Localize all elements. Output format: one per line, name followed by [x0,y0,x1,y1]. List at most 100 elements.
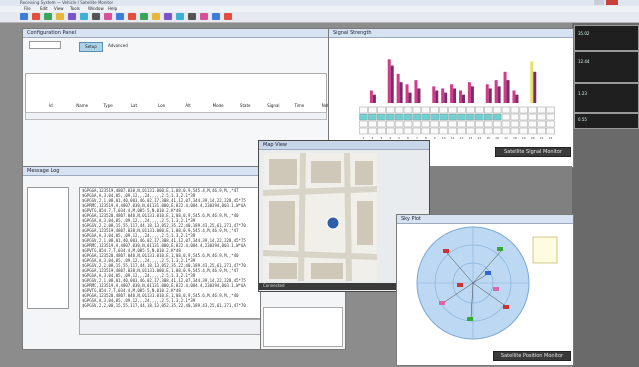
map-view[interactable] [263,153,377,281]
message-log-list[interactable]: $GPGGA,123519,4807.038,N,01131.000,E,1,0… [79,187,261,319]
toolbar-button-1[interactable] [20,13,28,20]
chart-cell [412,120,422,128]
message-log-tree[interactable] [27,187,69,309]
toolbar-button-14[interactable] [176,13,184,20]
chart-cell [368,113,377,121]
toolbar-button-17[interactable] [212,13,220,20]
toolbar-button-15[interactable] [188,13,196,20]
chart-cell [368,120,377,128]
close-window-icon[interactable] [606,0,618,5]
chart-bar [417,88,421,103]
chart-cell [466,127,475,135]
config-input[interactable] [29,41,61,49]
chart-cell [368,106,377,114]
chart-bar [515,94,519,103]
tab-advanced[interactable]: Advanced [108,43,128,48]
message-log-panel: Message Log $GPGGA,123519,4807.038,N,011… [22,166,262,350]
table-header-id: Id [49,103,53,108]
maximize-window-icon[interactable] [594,0,604,5]
chart-cell [368,127,377,135]
chart-cell [448,127,457,135]
chart-cell [412,113,422,121]
chart-cell [510,113,520,121]
chart-cell [394,120,404,128]
chart-cell [475,106,484,114]
toolbar-button-12[interactable] [152,13,160,20]
chart-cell [537,120,546,128]
chart-bar [444,92,448,103]
table-header-alt: Alt [185,103,191,108]
chart-tick-label: 20 [531,136,535,140]
table-header-name: Name [76,103,89,108]
log-row[interactable]: $GPGSV,2,2,08,15,55,117,44,18,13,052,35,… [80,303,260,308]
chart-cell [546,127,555,135]
chart-cell [510,106,520,114]
message-log-title: Message Log [27,168,60,174]
chart-cell [430,113,439,121]
toolbar-button-11[interactable] [140,13,148,20]
toolbar-button-6[interactable] [80,13,88,20]
toolbar-button-10[interactable] [128,13,136,20]
chart-cell [475,113,484,121]
menu-window[interactable]: Window [88,6,104,11]
chart-bar [533,71,537,103]
chart-cell [394,113,404,121]
chart-tick-label: 22 [549,136,553,140]
toolbar-button-13[interactable] [164,13,172,20]
toolbar-button-18[interactable] [224,13,232,20]
chart-bar [506,80,510,103]
chart-bar [503,71,507,103]
toolbar-button-2[interactable] [32,13,40,20]
toolbar-button-8[interactable] [104,13,112,20]
chart-bar [372,94,376,103]
chart-bar [396,73,400,103]
chart-cell [528,120,537,128]
chart-bar [488,88,492,103]
sky-plot [416,226,558,340]
chart-panel-title: Signal Strength [333,30,372,36]
menu-help[interactable]: Help [108,6,117,11]
chart-cell [412,127,422,135]
config-table [25,73,327,113]
chart-cell [501,127,511,135]
chart-bar [414,80,418,103]
chart-tick-label: 21 [540,136,544,140]
message-log-footer [79,319,261,335]
toolbar-button-7[interactable] [92,13,100,20]
sidebar-value-1: 35.02 [578,31,590,36]
map-window-titlebar: Map View [259,141,429,150]
chart-bar [453,88,457,103]
chart-cell [421,106,430,114]
sidebar-value-3: 1.23 [578,91,587,96]
toolbar-button-4[interactable] [56,13,64,20]
toolbar-button-16[interactable] [200,13,208,20]
chart-cell [448,113,457,121]
chart-bar [432,86,436,103]
chart-cell [528,113,537,121]
toolbar-button-3[interactable] [44,13,52,20]
sidebar-panel-mid [574,51,639,83]
chart-cell [475,120,484,128]
menu-edit[interactable]: Edit [40,6,48,11]
sky-status-banner: Satellite Position Monitor [493,351,571,361]
chart-bar [470,86,474,103]
tab-setup[interactable]: Setup [79,42,103,52]
chart-bar [494,80,498,103]
chart-tick-label: 13 [468,136,472,140]
chart-cell [519,120,528,128]
chart-bar [485,84,489,103]
toolbar-button-9[interactable] [116,13,124,20]
menu-view[interactable]: View [54,6,64,11]
chart-cell [359,120,368,128]
config-table-row[interactable] [25,112,327,120]
middle-list[interactable] [263,307,343,347]
toolbar-button-5[interactable] [68,13,76,20]
map-window-title: Map View [263,142,288,148]
table-header-time: Time [294,103,305,108]
menu-tools[interactable]: Tools [70,6,80,11]
sidebar-value-4: 0.55 [578,117,587,122]
menu-file[interactable]: File [24,6,31,11]
chart-cell [484,120,493,128]
chart-cell [359,113,368,121]
sidebar-panel-top [574,25,639,51]
